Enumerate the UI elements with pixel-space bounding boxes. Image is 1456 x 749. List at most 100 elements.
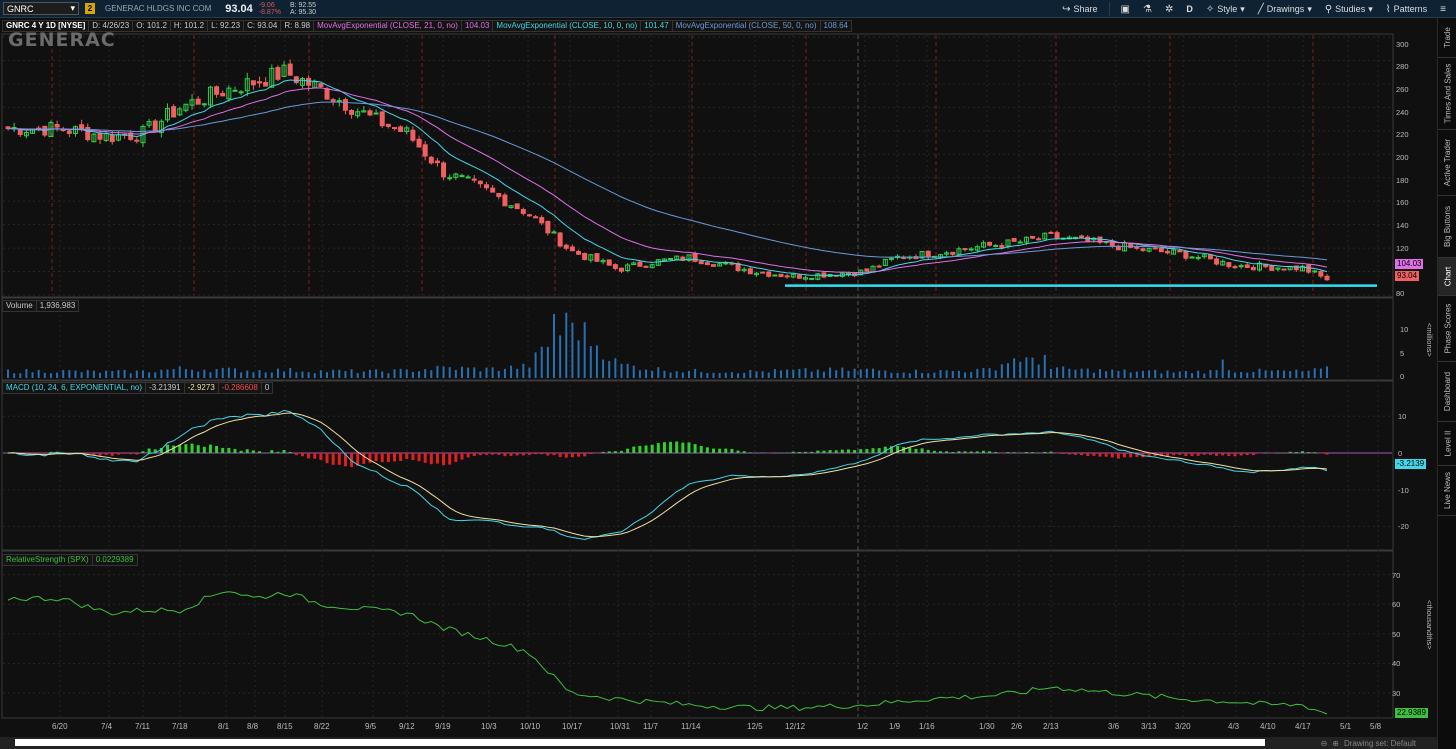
- volume-bar: [645, 369, 648, 378]
- patterns-button[interactable]: ⌇ Patterns: [1384, 4, 1429, 15]
- volume-bar: [1301, 371, 1304, 378]
- candle-down: [784, 275, 790, 278]
- volume-bar: [767, 372, 770, 378]
- open-readout: O: 101.2: [132, 20, 171, 32]
- macd-histogram-bar: [797, 452, 801, 453]
- close-price-tag: 93.04: [1395, 271, 1420, 281]
- volume-bar: [37, 369, 40, 378]
- candle-down: [526, 214, 532, 217]
- ema21-label[interactable]: MovAvgExponential (CLOSE, 21, 0, no): [313, 20, 462, 32]
- tab-active-trader[interactable]: Active Trader: [1438, 130, 1456, 196]
- volume-bar: [1031, 357, 1034, 378]
- macd-histogram-bar: [1110, 453, 1114, 458]
- candle-down: [1207, 254, 1213, 260]
- x-axis-label: 8/1: [218, 722, 230, 731]
- more-menu-button[interactable]: ≡: [1438, 4, 1448, 15]
- tab-chart[interactable]: Chart: [1438, 258, 1456, 296]
- macd-histogram-bar: [693, 444, 697, 453]
- volume-bar: [289, 368, 292, 378]
- macd-histogram-bar: [423, 453, 427, 463]
- chevron-down-icon[interactable]: ▾: [70, 3, 75, 14]
- drawings-button[interactable]: ╱ Drawings ▾: [1256, 4, 1314, 15]
- macd-histogram-bar: [1123, 453, 1127, 458]
- macd-histogram-bar: [552, 453, 556, 456]
- volume-bar: [227, 367, 230, 378]
- x-axis-label: 11/14: [681, 722, 701, 731]
- period-button[interactable]: D: [1184, 4, 1195, 14]
- symbol-input[interactable]: GNRC ▾: [3, 2, 79, 15]
- macd-histogram-bar: [828, 450, 832, 453]
- candle-down: [97, 132, 103, 140]
- ema50-label[interactable]: MovAvgExponential (CLOSE, 50, 0, no): [671, 20, 821, 32]
- tab-label: Live News: [1443, 472, 1452, 509]
- volume-bar: [178, 366, 181, 378]
- candle-down: [1177, 250, 1183, 253]
- tab-level-ii[interactable]: Level II: [1438, 422, 1456, 466]
- candle-down: [324, 88, 330, 100]
- candle-down: [1134, 246, 1140, 249]
- candle-down: [606, 259, 612, 266]
- macd-histogram-bar: [515, 453, 519, 456]
- candle-down: [349, 109, 355, 115]
- volume-bar: [1129, 372, 1132, 378]
- top-toolbar: GNRC ▾ 2 GENERAC HLDGS INC COM 93.04 -9.0…: [0, 0, 1456, 18]
- macd-histogram-bar: [945, 451, 949, 453]
- macd-diff: -0.286608: [217, 382, 262, 394]
- macd-histogram-bar: [669, 441, 673, 453]
- volume-label[interactable]: Volume: [2, 300, 37, 312]
- chart-title[interactable]: GNRC 4 Y 1D [NYSE]: [2, 20, 90, 32]
- macd-histogram-bar: [712, 448, 716, 453]
- tab-trade[interactable]: Trade: [1438, 18, 1456, 58]
- macd-histogram-bar: [325, 453, 329, 464]
- ema10-label[interactable]: MovAvgExponential (CLOSE, 10, 0, no): [492, 20, 642, 32]
- candle-down: [576, 251, 582, 255]
- volume-bar: [957, 370, 960, 378]
- zoom-out-icon[interactable]: ⊖: [1321, 739, 1328, 748]
- tab-label: Active Trader: [1443, 138, 1453, 187]
- volume-bar: [890, 372, 893, 378]
- candle-down: [1318, 271, 1324, 277]
- volume-bar: [933, 372, 936, 378]
- volume-bar: [853, 368, 856, 378]
- tab-label: Trade: [1443, 27, 1453, 48]
- tab-live-news[interactable]: Live News: [1438, 466, 1456, 516]
- volume-bar: [798, 368, 801, 378]
- settings-button[interactable]: ✲: [1163, 4, 1175, 15]
- candle-up: [723, 262, 729, 265]
- studies-button[interactable]: ⚲ Studies ▾: [1323, 4, 1375, 15]
- link-group-badge[interactable]: 2: [85, 3, 95, 14]
- volume-bar: [510, 365, 513, 378]
- tab-phase-scores[interactable]: Phase Scores: [1438, 296, 1456, 362]
- volume-bar: [313, 373, 316, 378]
- macd-label[interactable]: MACD (10, 24, 6, EXPONENTIAL, no): [2, 382, 147, 394]
- drawing-set-label[interactable]: Drawing set: Default: [1344, 739, 1416, 748]
- macd-histogram-bar: [141, 451, 145, 453]
- snapshot-button[interactable]: ▣: [1119, 4, 1132, 15]
- x-axis-label: 7/4: [101, 722, 113, 731]
- volume-bar: [350, 369, 353, 378]
- volume-bar: [571, 322, 574, 378]
- chevron-down-icon: ▾: [1240, 3, 1245, 14]
- zoom-in-icon[interactable]: ⊕: [1332, 739, 1339, 748]
- volume-bar: [393, 369, 396, 378]
- macd-histogram-bar: [718, 448, 722, 453]
- volume-bar: [411, 372, 414, 378]
- rs-label[interactable]: RelativeStrength (SPX): [2, 554, 93, 566]
- macd-histogram-bar: [810, 451, 814, 453]
- style-button[interactable]: ✧ Style ▾: [1204, 4, 1247, 15]
- volume-axis-label: 10: [1400, 325, 1409, 334]
- candle-up: [373, 112, 379, 115]
- chart-canvas[interactable]: [0, 0, 1437, 749]
- tab-big-buttons[interactable]: Big Buttons: [1438, 196, 1456, 258]
- volume-bar: [522, 363, 525, 378]
- macd-histogram-bar: [1055, 453, 1059, 454]
- scrollbar-thumb[interactable]: [15, 739, 1265, 746]
- flask-button[interactable]: ⚗: [1141, 4, 1154, 15]
- volume-bar: [1111, 369, 1114, 378]
- candle-down: [214, 86, 220, 95]
- tab-dashboard[interactable]: Dashboard: [1438, 362, 1456, 422]
- macd-histogram-bar: [644, 445, 648, 453]
- share-button[interactable]: ↪ Share: [1060, 4, 1099, 15]
- tab-times-and-sales[interactable]: Times And Sales: [1438, 58, 1456, 130]
- macd-histogram-bar: [767, 453, 771, 454]
